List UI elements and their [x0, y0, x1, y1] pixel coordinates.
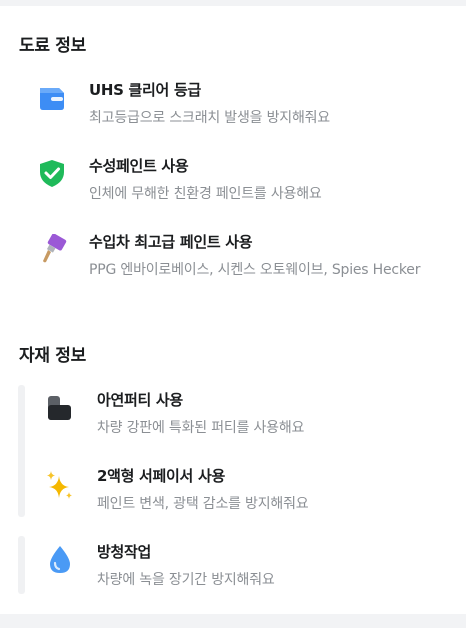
- feature-title: 수입차 최고급 페인트 사용: [89, 233, 253, 251]
- feature-description: 인체에 무해한 친환경 페인트를 사용해요: [89, 186, 322, 202]
- paint-brush-icon: [39, 233, 69, 264]
- feature-description: 페인트 변색, 광택 감소를 방지해줘요: [97, 496, 309, 512]
- putty-block-icon: [45, 392, 75, 422]
- feature-item-premium-paint: 수입차 최고급 페인트 사용 PPG 엔바이로베이스, 시켄스 오토웨이브, S…: [0, 222, 466, 312]
- feature-description: 최고등급으로 스크래치 발생을 방지해줘요: [89, 110, 330, 126]
- bottom-separator: [0, 614, 466, 628]
- shield-check-icon: [37, 158, 67, 188]
- water-drop-icon: [45, 544, 75, 574]
- paint-section-title: 도료 정보: [19, 36, 86, 56]
- feature-title: 방청작업: [97, 543, 152, 561]
- feature-title: 수성페인트 사용: [89, 157, 189, 175]
- feature-item-surfacer: 2액형 서페이서 사용 페인트 변색, 광택 감소를 방지해줘요: [0, 456, 466, 516]
- top-separator: [0, 0, 466, 6]
- material-section-title: 자재 정보: [19, 346, 86, 366]
- feature-item-rustproofing: 방청작업 차량에 녹을 장기간 방지해줘요: [0, 532, 466, 592]
- feature-description: 차량 강판에 특화된 퍼티를 사용해요: [97, 420, 305, 436]
- feature-title: 2액형 서페이서 사용: [97, 467, 225, 485]
- sparkles-icon: [45, 470, 75, 500]
- feature-item-water-paint: 수성페인트 사용 인체에 무해한 친환경 페인트를 사용해요: [0, 146, 466, 206]
- feature-title: 아연퍼티 사용: [97, 391, 183, 409]
- paint-bucket-icon: [37, 82, 67, 112]
- feature-description: 차량에 녹을 장기간 방지해줘요: [97, 572, 275, 588]
- feature-title: UHS 클리어 등급: [89, 81, 201, 99]
- feature-description: PPG 엔바이로베이스, 시켄스 오토웨이브, Spies Hecker: [89, 262, 421, 278]
- feature-item-zinc-putty: 아연퍼티 사용 차량 강판에 특화된 퍼티를 사용해요: [0, 380, 466, 440]
- feature-item-uhs-clear: UHS 클리어 등급 최고등급으로 스크래치 발생을 방지해줘요: [0, 70, 466, 130]
